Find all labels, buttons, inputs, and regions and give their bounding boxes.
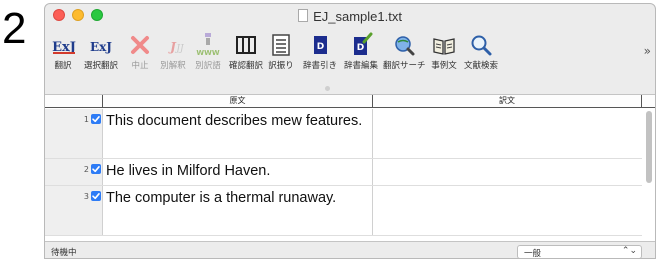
literature-search-button[interactable]: 文献検索 <box>463 32 499 80</box>
step-number: 2 <box>2 4 27 53</box>
target-cell[interactable] <box>372 109 642 158</box>
row-number: 3 <box>83 192 89 201</box>
confirm-translate-icon <box>228 32 264 58</box>
toolbar-overflow-chevron-icon[interactable]: » <box>644 44 651 58</box>
row-checkbox[interactable] <box>91 114 101 124</box>
alt-interpretation-button[interactable]: J JJ 別解釈 <box>159 32 187 80</box>
header-target[interactable]: 訳文 <box>372 95 642 108</box>
selection-translate-icon: ExJ <box>83 32 119 58</box>
target-cell[interactable] <box>372 186 642 235</box>
alt-interpretation-icon: J JJ <box>159 32 187 58</box>
example-sentences-icon <box>429 32 459 58</box>
table-header: 原文 訳文 <box>45 95 655 108</box>
translate-icon: ExJ <box>51 32 76 58</box>
mode-select-value: 一般 <box>524 249 542 259</box>
title-bar: EJ_sample1.txt <box>45 4 655 26</box>
status-bar: 待機中 一般 ⌃⌄ <box>45 241 655 259</box>
updown-chevron-icon: ⌃⌄ <box>621 246 637 256</box>
source-cell[interactable]: The computer is a thermal runaway. <box>102 186 372 235</box>
stop-button[interactable]: 中止 <box>127 32 153 80</box>
header-row-number[interactable] <box>45 95 102 108</box>
table-row[interactable]: 1 This document describes mew features. <box>45 109 642 159</box>
status-text: 待機中 <box>51 248 77 258</box>
translation-table: 原文 訳文 1 This document describes mew feat… <box>45 94 655 241</box>
alt-word-icon: WWW <box>193 32 223 58</box>
row-number-cell: 2 <box>45 159 102 185</box>
dictionary-edit-button[interactable]: D 辞書編集 <box>343 32 379 80</box>
row-number: 2 <box>83 165 89 174</box>
confirm-translate-button[interactable]: 確認翻訳 <box>228 32 264 80</box>
source-cell[interactable]: He lives in Milford Haven. <box>102 159 372 185</box>
stop-icon <box>127 32 153 58</box>
svg-text:ExJ: ExJ <box>90 40 112 54</box>
toolbar: ExJ 翻訳 ExJ 選択翻訳 中止 J JJ 別解釈 WWW 別訳語 確認翻訳… <box>45 26 655 82</box>
row-number-cell: 1 <box>45 109 102 158</box>
interlinear-button[interactable]: 訳振り <box>267 32 295 80</box>
split-resize-handle[interactable] <box>325 86 330 91</box>
svg-text:D: D <box>317 42 324 52</box>
window-title: EJ_sample1.txt <box>313 9 402 24</box>
header-source[interactable]: 原文 <box>102 95 372 108</box>
svg-text:D: D <box>357 43 364 53</box>
app-window: EJ_sample1.txt ExJ 翻訳 ExJ 選択翻訳 中止 J JJ 別… <box>44 3 656 259</box>
table-row[interactable]: 2 He lives in Milford Haven. <box>45 159 642 186</box>
row-number: 1 <box>83 115 89 124</box>
source-cell[interactable]: This document describes mew features. <box>102 109 372 158</box>
selection-translate-button[interactable]: ExJ 選択翻訳 <box>83 32 119 80</box>
interlinear-icon <box>267 32 295 58</box>
dictionary-lookup-button[interactable]: D 辞書引き <box>302 32 338 80</box>
translation-search-button[interactable]: 翻訳サーチ <box>383 32 426 80</box>
vertical-scrollbar[interactable] <box>645 111 653 239</box>
target-cell[interactable] <box>372 159 642 185</box>
translate-button[interactable]: ExJ 翻訳 <box>51 32 76 80</box>
scrollbar-thumb[interactable] <box>646 111 652 183</box>
translation-search-icon <box>383 32 425 58</box>
svg-text:JJ: JJ <box>174 44 185 54</box>
example-sentences-button[interactable]: 事例文 <box>429 32 459 80</box>
row-number-cell: 3 <box>45 186 102 235</box>
literature-search-icon <box>463 32 499 58</box>
alt-word-button[interactable]: WWW 別訳語 <box>193 32 223 80</box>
text-document-icon <box>298 9 309 22</box>
mode-select[interactable]: 一般 ⌃⌄ <box>517 245 642 259</box>
dictionary-lookup-icon: D <box>302 32 338 58</box>
window-title-area: EJ_sample1.txt <box>45 6 655 24</box>
row-checkbox[interactable] <box>91 164 101 174</box>
svg-text:WWW: WWW <box>196 49 219 57</box>
dictionary-edit-icon: D <box>343 32 379 58</box>
row-checkbox[interactable] <box>91 191 101 201</box>
table-row[interactable]: 3 The computer is a thermal runaway. <box>45 186 642 236</box>
